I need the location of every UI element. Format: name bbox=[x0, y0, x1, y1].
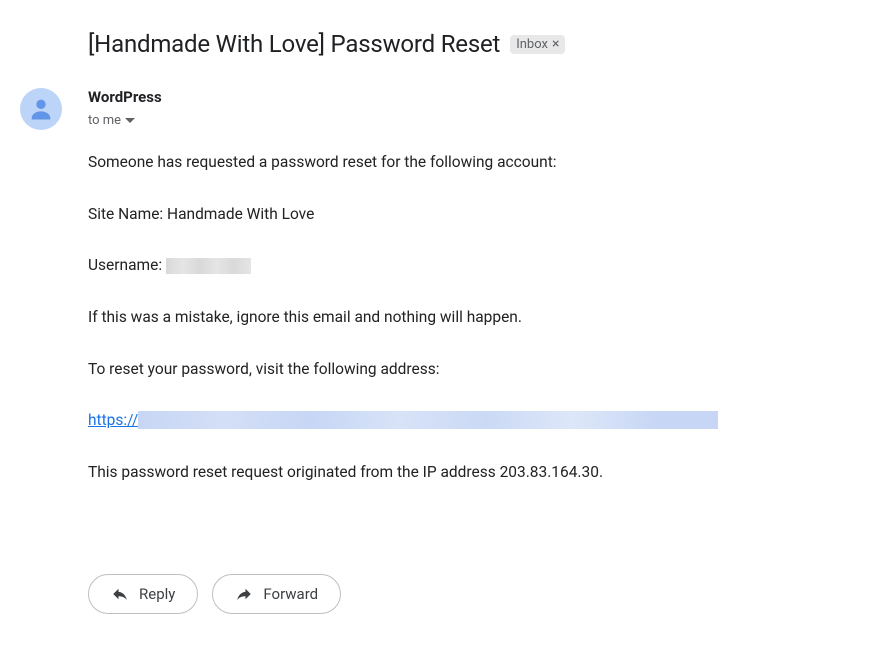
person-icon bbox=[27, 95, 55, 123]
body-reset-line: To reset your password, visit the follow… bbox=[88, 359, 830, 381]
redacted-link bbox=[138, 411, 718, 429]
body-site-line: Site Name: Handmade With Love bbox=[88, 204, 830, 226]
avatar[interactable] bbox=[20, 88, 62, 130]
subject-row: [Handmade With Love] Password Reset Inbo… bbox=[88, 30, 830, 58]
email-subject: [Handmade With Love] Password Reset bbox=[88, 30, 500, 58]
forward-icon bbox=[235, 585, 253, 603]
email-body: Someone has requested a password reset f… bbox=[88, 152, 830, 484]
reply-label: Reply bbox=[139, 585, 175, 603]
body-mistake-line: If this was a mistake, ignore this email… bbox=[88, 307, 830, 329]
close-icon[interactable]: × bbox=[552, 37, 559, 51]
inbox-badge[interactable]: Inbox × bbox=[510, 35, 565, 54]
reply-icon bbox=[111, 585, 129, 603]
redacted-username bbox=[166, 258, 251, 274]
forward-button[interactable]: Forward bbox=[212, 574, 341, 614]
reset-link-row: https:// bbox=[88, 410, 830, 432]
ip-address: 203.83.164.30 bbox=[500, 463, 599, 481]
body-ip-line: This password reset request originated f… bbox=[88, 462, 830, 484]
recipient-row[interactable]: to me bbox=[88, 113, 830, 128]
chevron-down-icon[interactable] bbox=[125, 113, 135, 128]
body-username-line: Username: bbox=[88, 255, 830, 277]
inbox-badge-label: Inbox bbox=[516, 37, 548, 52]
body-intro: Someone has requested a password reset f… bbox=[88, 152, 830, 174]
sender-name[interactable]: WordPress bbox=[88, 88, 830, 106]
recipient-text: to me bbox=[88, 113, 121, 128]
forward-label: Forward bbox=[263, 585, 318, 603]
sender-row: WordPress bbox=[88, 88, 830, 106]
actions-row: Reply Forward bbox=[88, 574, 830, 614]
reply-button[interactable]: Reply bbox=[88, 574, 198, 614]
reset-link[interactable]: https:// bbox=[88, 411, 138, 429]
